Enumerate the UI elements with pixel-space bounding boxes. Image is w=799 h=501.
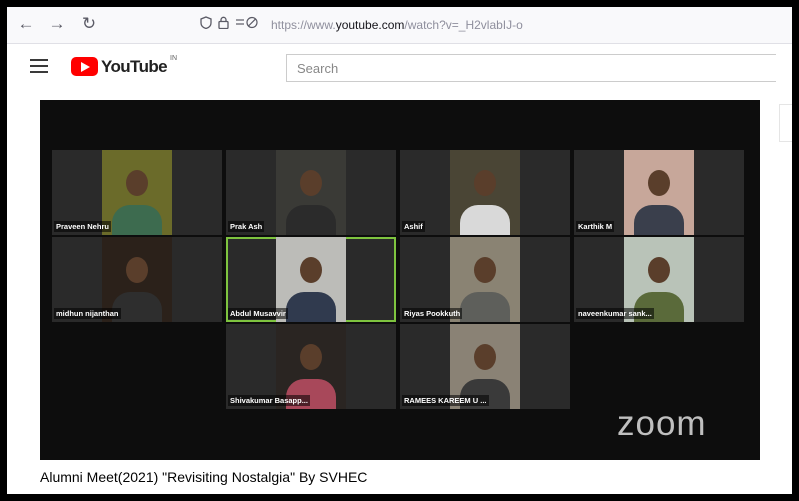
participant-body [112, 205, 162, 235]
participant-name: Praveen Nehru [54, 221, 111, 232]
participant-name: Shivakumar Basapp... [228, 395, 310, 406]
reload-icon[interactable]: ↻ [79, 14, 99, 34]
participant-face [474, 170, 496, 196]
participant-body [286, 292, 336, 322]
participant-name: Prak Ash [228, 221, 265, 232]
participant-face [126, 170, 148, 196]
participant-face [126, 257, 148, 283]
search-box[interactable] [286, 54, 776, 82]
browser-window: ← → ↻ https://www.youtube.com/watch?v=_H… [7, 7, 792, 494]
participant-face [474, 257, 496, 283]
participant-tile: Karthik M [574, 150, 744, 235]
participant-tile: Ashif [400, 150, 570, 235]
participant-tile: naveenkumar sank... [574, 237, 744, 322]
forward-icon[interactable]: → [47, 14, 67, 34]
participant-video [450, 150, 520, 235]
participant-face [300, 344, 322, 370]
participant-body [460, 292, 510, 322]
participant-face [300, 257, 322, 283]
youtube-header: YouTube IN [7, 44, 792, 94]
participant-name: RAMEES KAREEM U ... [402, 395, 489, 406]
browser-toolbar: ← → ↻ https://www.youtube.com/watch?v=_H… [7, 7, 792, 44]
participant-video [624, 150, 694, 235]
youtube-wordmark: YouTube [101, 57, 168, 76]
participant-body [460, 205, 510, 235]
participant-tile: Abdul Musavvir [226, 237, 396, 322]
participant-name: Abdul Musavvir [228, 308, 288, 319]
participant-video [102, 150, 172, 235]
shield-icon[interactable] [200, 16, 212, 34]
watch-page: Praveen Nehru Prak Ash Ashif Karthik M midhu… [7, 94, 792, 494]
lock-icon[interactable] [218, 16, 229, 34]
participant-name: Karthik M [576, 221, 615, 232]
participant-body [286, 205, 336, 235]
youtube-play-icon [71, 57, 98, 76]
participant-face [300, 170, 322, 196]
permissions-icon[interactable] [235, 16, 259, 34]
participant-tile: Prak Ash [226, 150, 396, 235]
video-player[interactable]: Praveen Nehru Prak Ash Ashif Karthik M midhu… [40, 100, 760, 460]
menu-icon[interactable] [30, 59, 48, 73]
participant-video [276, 150, 346, 235]
participant-tile: Riyas Pookkuth [400, 237, 570, 322]
participant-face [474, 344, 496, 370]
participant-name: Riyas Pookkuth [402, 308, 463, 319]
participant-tile: Praveen Nehru [52, 150, 222, 235]
side-panel [779, 104, 792, 142]
country-code: IN [170, 55, 177, 62]
participant-name: midhun nijanthan [54, 308, 121, 319]
participant-body [634, 205, 684, 235]
address-bar[interactable]: https://www.youtube.com/watch?v=_H2vlabI… [200, 16, 523, 34]
participant-face [648, 170, 670, 196]
url-text[interactable]: https://www.youtube.com/watch?v=_H2vlabI… [271, 18, 523, 32]
participant-face [648, 257, 670, 283]
participant-name: Ashif [402, 221, 425, 232]
participant-tile: midhun nijanthan [52, 237, 222, 322]
participant-name: naveenkumar sank... [576, 308, 654, 319]
participant-tile: Shivakumar Basapp... [226, 324, 396, 409]
back-icon[interactable]: ← [16, 14, 36, 34]
youtube-logo[interactable]: YouTube IN [71, 55, 177, 77]
video-title: Alumni Meet(2021) "Revisiting Nostalgia"… [40, 469, 368, 485]
zoom-watermark: zoom [617, 404, 707, 443]
participant-tile: RAMEES KAREEM U ... [400, 324, 570, 409]
search-input[interactable] [287, 55, 776, 81]
